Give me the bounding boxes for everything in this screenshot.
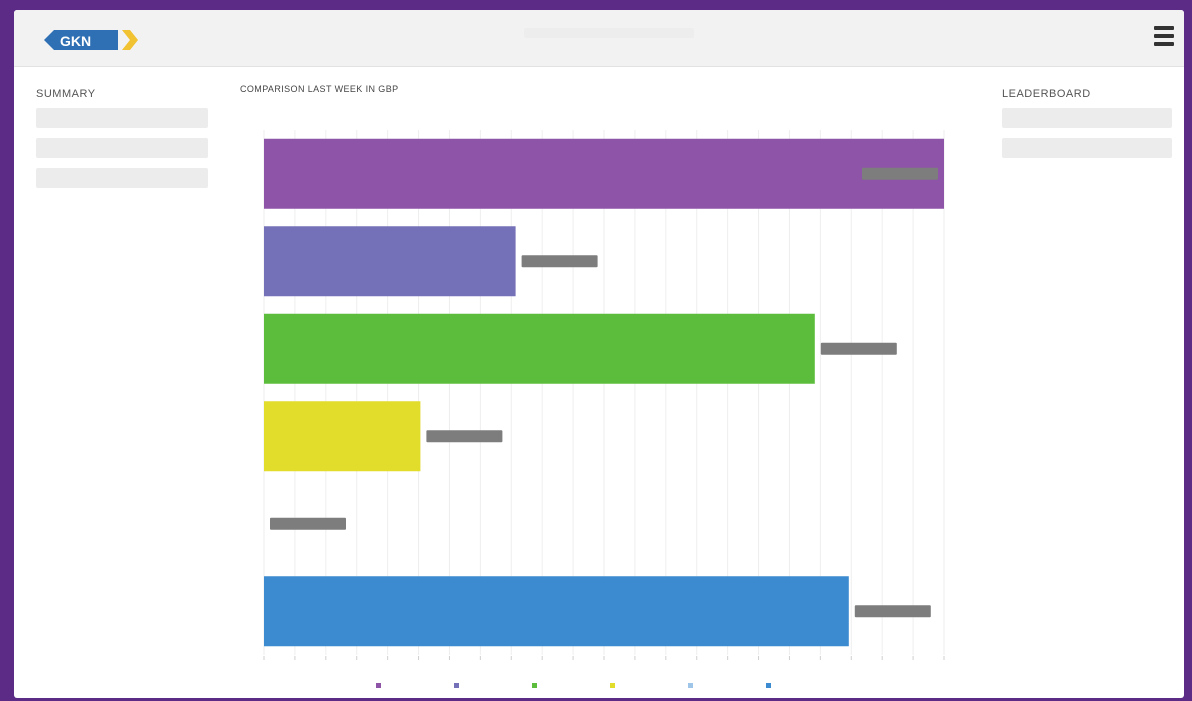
legend-swatch[interactable] — [454, 683, 459, 688]
leaderboard-title: LEADERBOARD — [1002, 88, 1091, 100]
header-center-placeholder — [524, 28, 694, 38]
bar-label-background — [521, 255, 598, 268]
chart-bar[interactable] — [264, 313, 815, 384]
summary-field-value — [36, 138, 208, 158]
menu-line — [1154, 34, 1174, 38]
bar-label-background — [820, 342, 897, 355]
chart-bar[interactable] — [264, 138, 944, 209]
chart-bar[interactable] — [264, 401, 421, 472]
legend-swatch[interactable] — [766, 683, 771, 688]
gkn-logo[interactable]: GKN — [40, 26, 140, 54]
bar-label-background — [862, 167, 938, 180]
summary-field-value — [36, 168, 208, 188]
chart-bar[interactable] — [264, 226, 516, 297]
leaderboard-field-value — [1002, 108, 1172, 128]
app-window: GKN SUMMARY COMPARISON LAST WEEK IN GBP … — [14, 10, 1184, 698]
leaderboard-panel: LEADERBOARD — [1002, 88, 1172, 168]
bar-label-background — [854, 605, 931, 618]
summary-panel: SUMMARY — [36, 88, 208, 198]
hamburger-menu-icon[interactable] — [1154, 26, 1174, 52]
summary-field-value — [36, 108, 208, 128]
menu-line — [1154, 42, 1174, 46]
summary-title: SUMMARY — [36, 88, 96, 100]
comparison-chart: COMPARISON LAST WEEK IN GBP — [236, 84, 976, 696]
legend-swatch[interactable] — [688, 683, 693, 688]
top-bar: GKN — [14, 10, 1184, 67]
menu-line — [1154, 26, 1174, 30]
leaderboard-field-value — [1002, 138, 1172, 158]
legend-swatch[interactable] — [610, 683, 615, 688]
bar-label-background — [426, 430, 503, 443]
chart-bar[interactable] — [264, 576, 849, 647]
legend-swatch[interactable] — [376, 683, 381, 688]
legend-swatch[interactable] — [532, 683, 537, 688]
chart-svg — [263, 130, 945, 688]
svg-text:GKN: GKN — [60, 33, 91, 49]
bar-label-background — [270, 517, 346, 530]
